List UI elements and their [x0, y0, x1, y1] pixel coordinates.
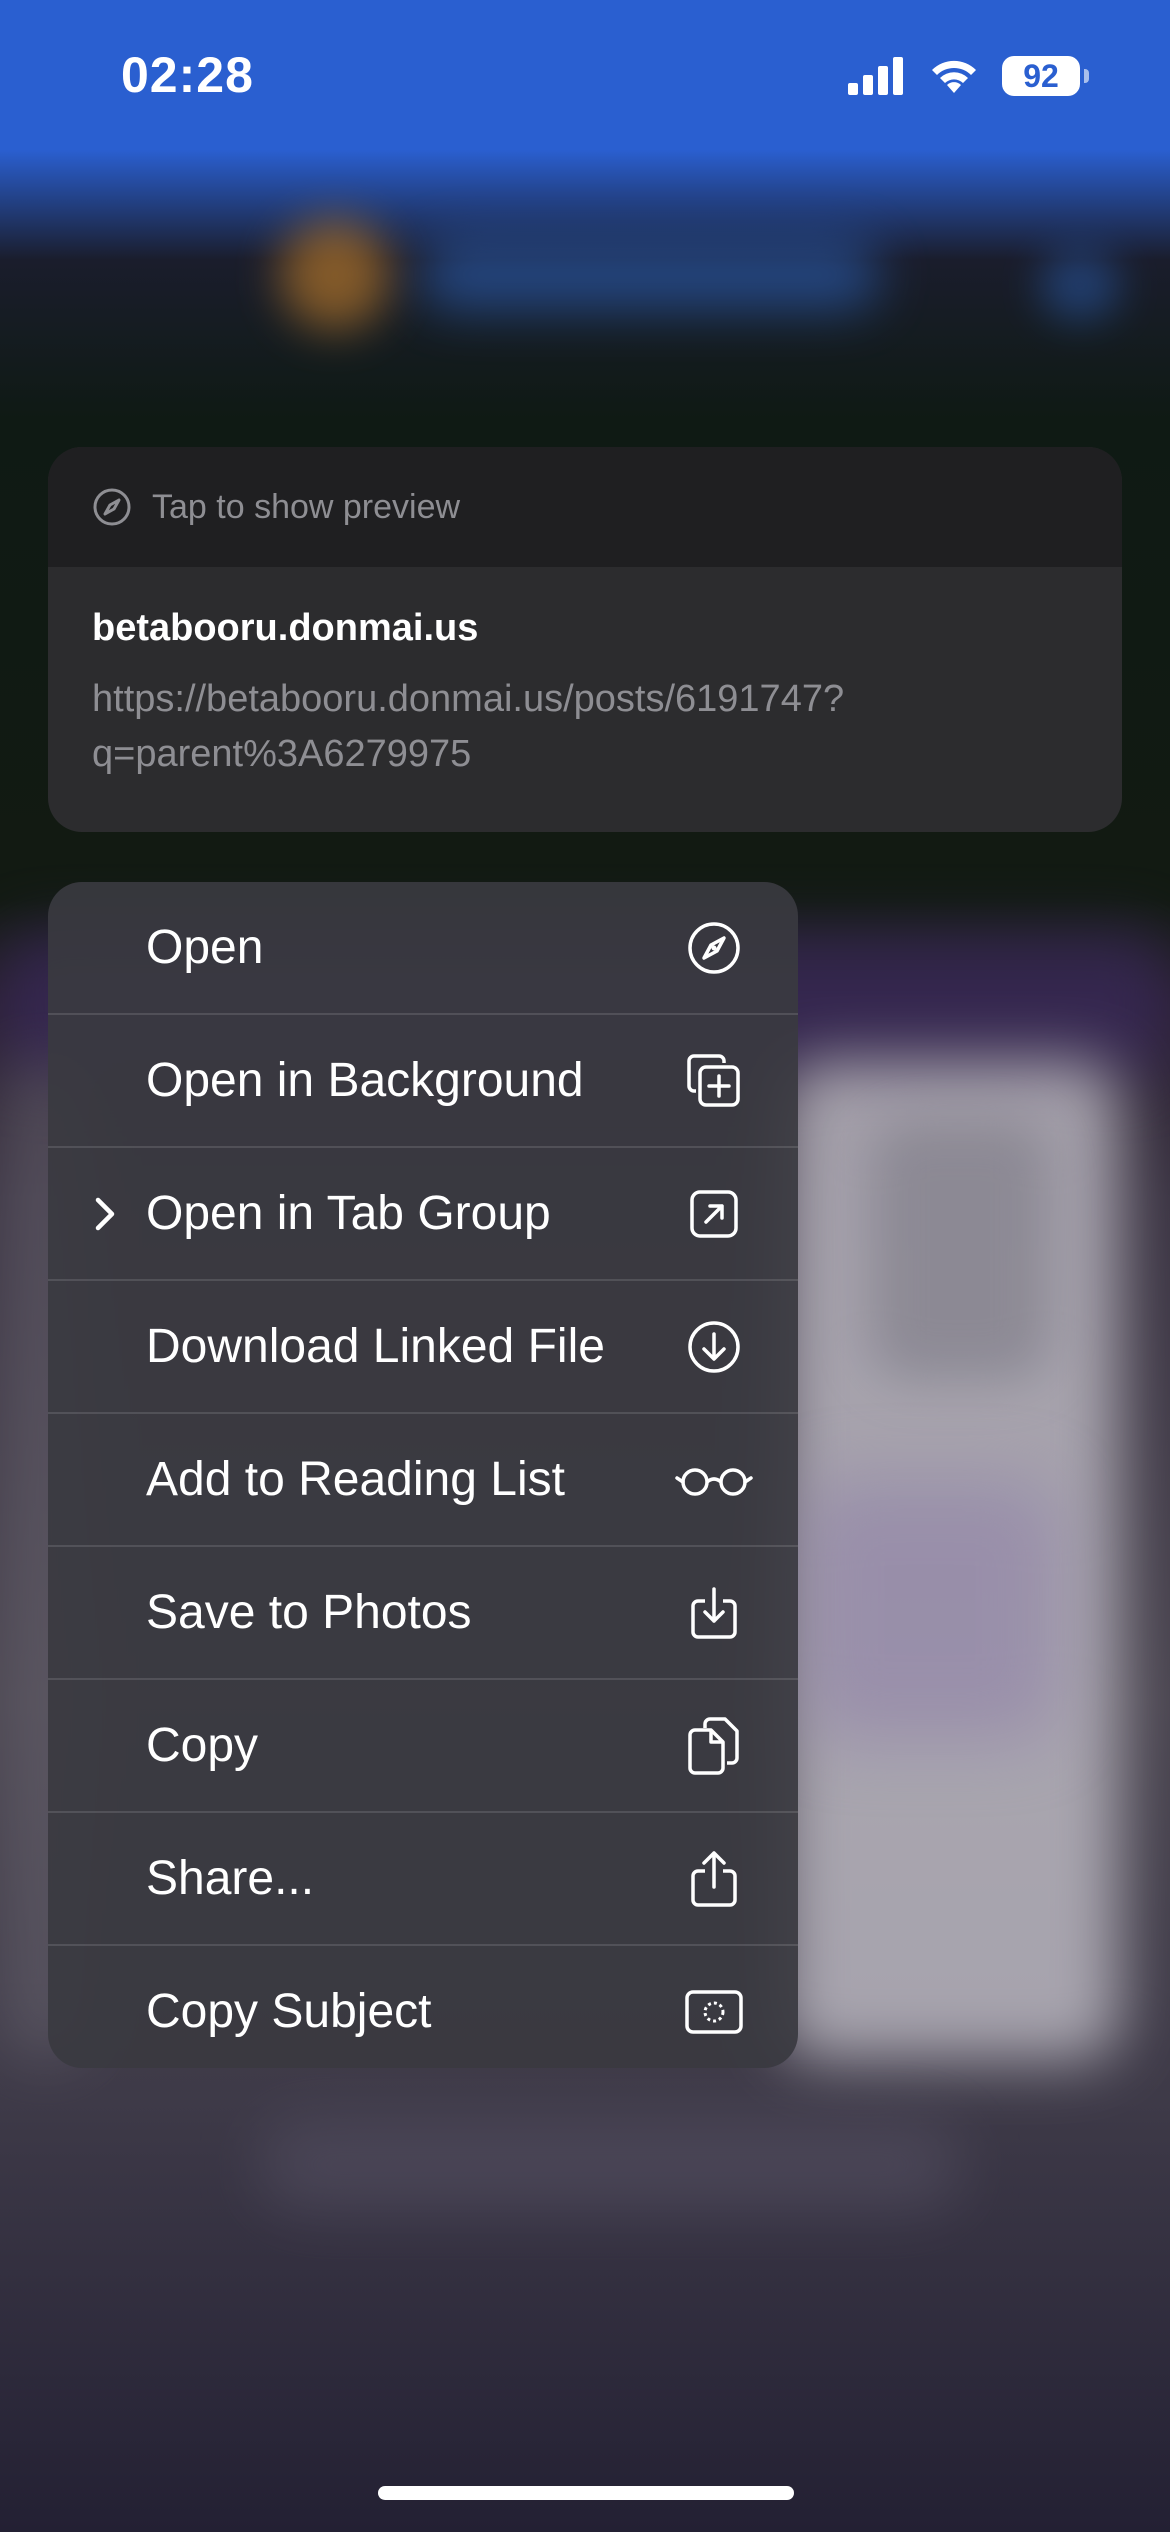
status-bar: 02:28 92 — [0, 0, 1170, 160]
status-icons: 92 — [848, 56, 1089, 96]
arrow-down-circle-icon — [684, 1317, 744, 1377]
menu-item-save-to-photos[interactable]: Save to Photos — [48, 1547, 798, 1680]
menu-item-open-in-background[interactable]: Open in Background — [48, 1015, 798, 1148]
blurred-image-detail — [800, 1480, 1060, 1740]
menu-item-add-to-reading-list[interactable]: Add to Reading List — [48, 1414, 798, 1547]
blurred-site-title — [420, 240, 880, 310]
menu-item-download-linked-file[interactable]: Download Linked File — [48, 1281, 798, 1414]
menu-item-label: Copy — [146, 1719, 259, 1772]
menu-item-copy-subject[interactable]: Copy Subject — [48, 1946, 798, 2068]
compass-icon — [92, 487, 132, 527]
menu-item-open[interactable]: Open — [48, 882, 798, 1015]
chevron-right-icon — [90, 1194, 120, 1234]
cellular-signal-icon — [848, 57, 906, 95]
blurred-image-detail — [870, 1120, 1050, 1380]
doc-on-doc-icon — [684, 1716, 744, 1776]
preview-hint-label: Tap to show preview — [152, 487, 461, 526]
menu-item-label: Save to Photos — [146, 1586, 472, 1639]
menu-item-share[interactable]: Share... — [48, 1813, 798, 1946]
menu-item-label: Open in Tab Group — [146, 1187, 551, 1240]
arrow-up-right-square-icon — [684, 1184, 744, 1244]
viewfinder-icon — [684, 1982, 744, 2042]
share-icon — [684, 1849, 744, 1909]
menu-item-copy[interactable]: Copy — [48, 1680, 798, 1813]
context-menu: Open Open in Background Open in Tab Grou… — [48, 882, 798, 2068]
menu-item-label: Add to Reading List — [146, 1453, 565, 1506]
menu-item-label: Open — [146, 921, 264, 974]
home-indicator[interactable] — [378, 2486, 794, 2500]
blurred-footer-text — [260, 2120, 960, 2210]
compass-icon — [684, 918, 744, 978]
battery-icon: 92 — [1002, 56, 1089, 96]
preview-url: https://betabooru.donmai.us/posts/619174… — [92, 678, 845, 775]
preview-body: betabooru.donmai.us https://betabooru.do… — [48, 567, 1122, 782]
preview-hint-bar[interactable]: Tap to show preview — [48, 447, 1122, 567]
preview-domain: betabooru.donmai.us — [92, 607, 479, 649]
menu-item-label: Download Linked File — [146, 1320, 605, 1373]
menu-item-label: Copy Subject — [146, 1985, 432, 2038]
wifi-icon — [928, 57, 980, 95]
link-preview-card[interactable]: Tap to show preview betabooru.donmai.us … — [48, 447, 1122, 832]
blurred-header-button — [1040, 250, 1120, 320]
square-arrow-down-icon — [684, 1583, 744, 1643]
plus-square-on-square-icon — [684, 1051, 744, 1111]
menu-item-label: Open in Background — [146, 1054, 584, 1107]
menu-item-open-in-tab-group[interactable]: Open in Tab Group — [48, 1148, 798, 1281]
menu-item-label: Share... — [146, 1852, 315, 1905]
status-time: 02:28 — [121, 47, 254, 103]
eyeglasses-icon — [674, 1450, 754, 1510]
blurred-logo — [280, 220, 390, 330]
